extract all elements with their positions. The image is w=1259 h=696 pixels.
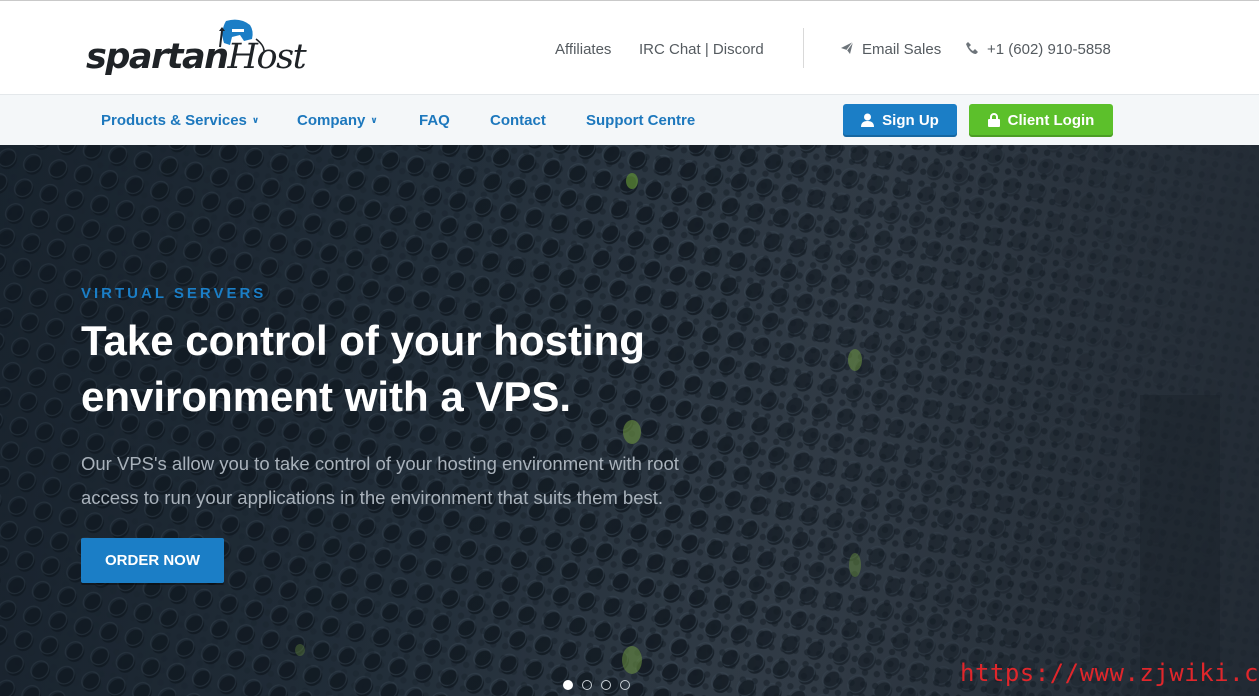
paper-plane-icon [841,41,854,54]
client-login-button[interactable]: Client Login [969,104,1113,137]
spartanhost-logo[interactable]: spartanHost [86,15,307,81]
hero-slider: VIRTUAL SERVERS Take control of your hos… [0,145,1259,696]
nav-contact[interactable]: Contact [490,112,546,129]
hero-headline-line-2: environment with a VPS. [81,373,572,420]
site-watermark: https://www.zjwiki.com [960,659,1259,687]
hero-headline-line-1: Take control of your hosting [81,317,645,364]
client-login-label: Client Login [1007,112,1095,129]
sign-up-label: Sign Up [882,112,939,129]
nav-company-label: Company [297,112,366,129]
hero-headline: Take control of your hosting environment… [81,313,781,425]
phone-number: +1 (602) 910-5858 [987,41,1111,58]
logo-wordmark: spartanHost [86,37,307,77]
nav-products-services[interactable]: Products & Services ∨ [101,112,259,129]
slide-dot-4[interactable] [620,680,630,690]
hero-eyebrow: VIRTUAL SERVERS [81,285,267,302]
phone-icon [966,42,978,54]
nav-support-centre[interactable]: Support Centre [586,112,695,129]
affiliates-link[interactable]: Affiliates [555,41,611,58]
chevron-down-icon: ∨ [370,115,378,125]
header-divider [803,28,804,68]
chevron-down-icon: ∨ [251,115,260,125]
nav-company[interactable]: Company ∨ [297,112,378,129]
email-sales-link[interactable]: Email Sales [840,41,941,58]
lock-icon [987,113,1000,127]
main-nav: Products & Services ∨ Company ∨ FAQ Contac… [0,94,1259,145]
nav-faq[interactable]: FAQ [419,112,450,129]
user-icon [861,113,875,127]
hero-description: Our VPS's allow you to take control of y… [81,447,761,515]
order-now-button[interactable]: ORDER NOW [81,538,224,583]
slide-dot-2[interactable] [582,680,592,690]
email-sales-label: Email Sales [862,41,942,58]
top-header: spartanHost Affiliates IRC Chat | Discor… [0,0,1259,94]
slide-dot-1[interactable] [563,680,573,690]
sign-up-button[interactable]: Sign Up [843,104,957,137]
hero-description-line-2: access to run your applications in the e… [81,487,664,508]
phone-link[interactable]: +1 (602) 910-5858 [965,41,1111,58]
irc-discord-link[interactable]: IRC Chat | Discord [639,41,764,58]
slide-dot-3[interactable] [601,680,611,690]
nav-products-services-label: Products & Services [101,112,247,129]
hero-description-line-1: Our VPS's allow you to take control of y… [81,453,679,474]
